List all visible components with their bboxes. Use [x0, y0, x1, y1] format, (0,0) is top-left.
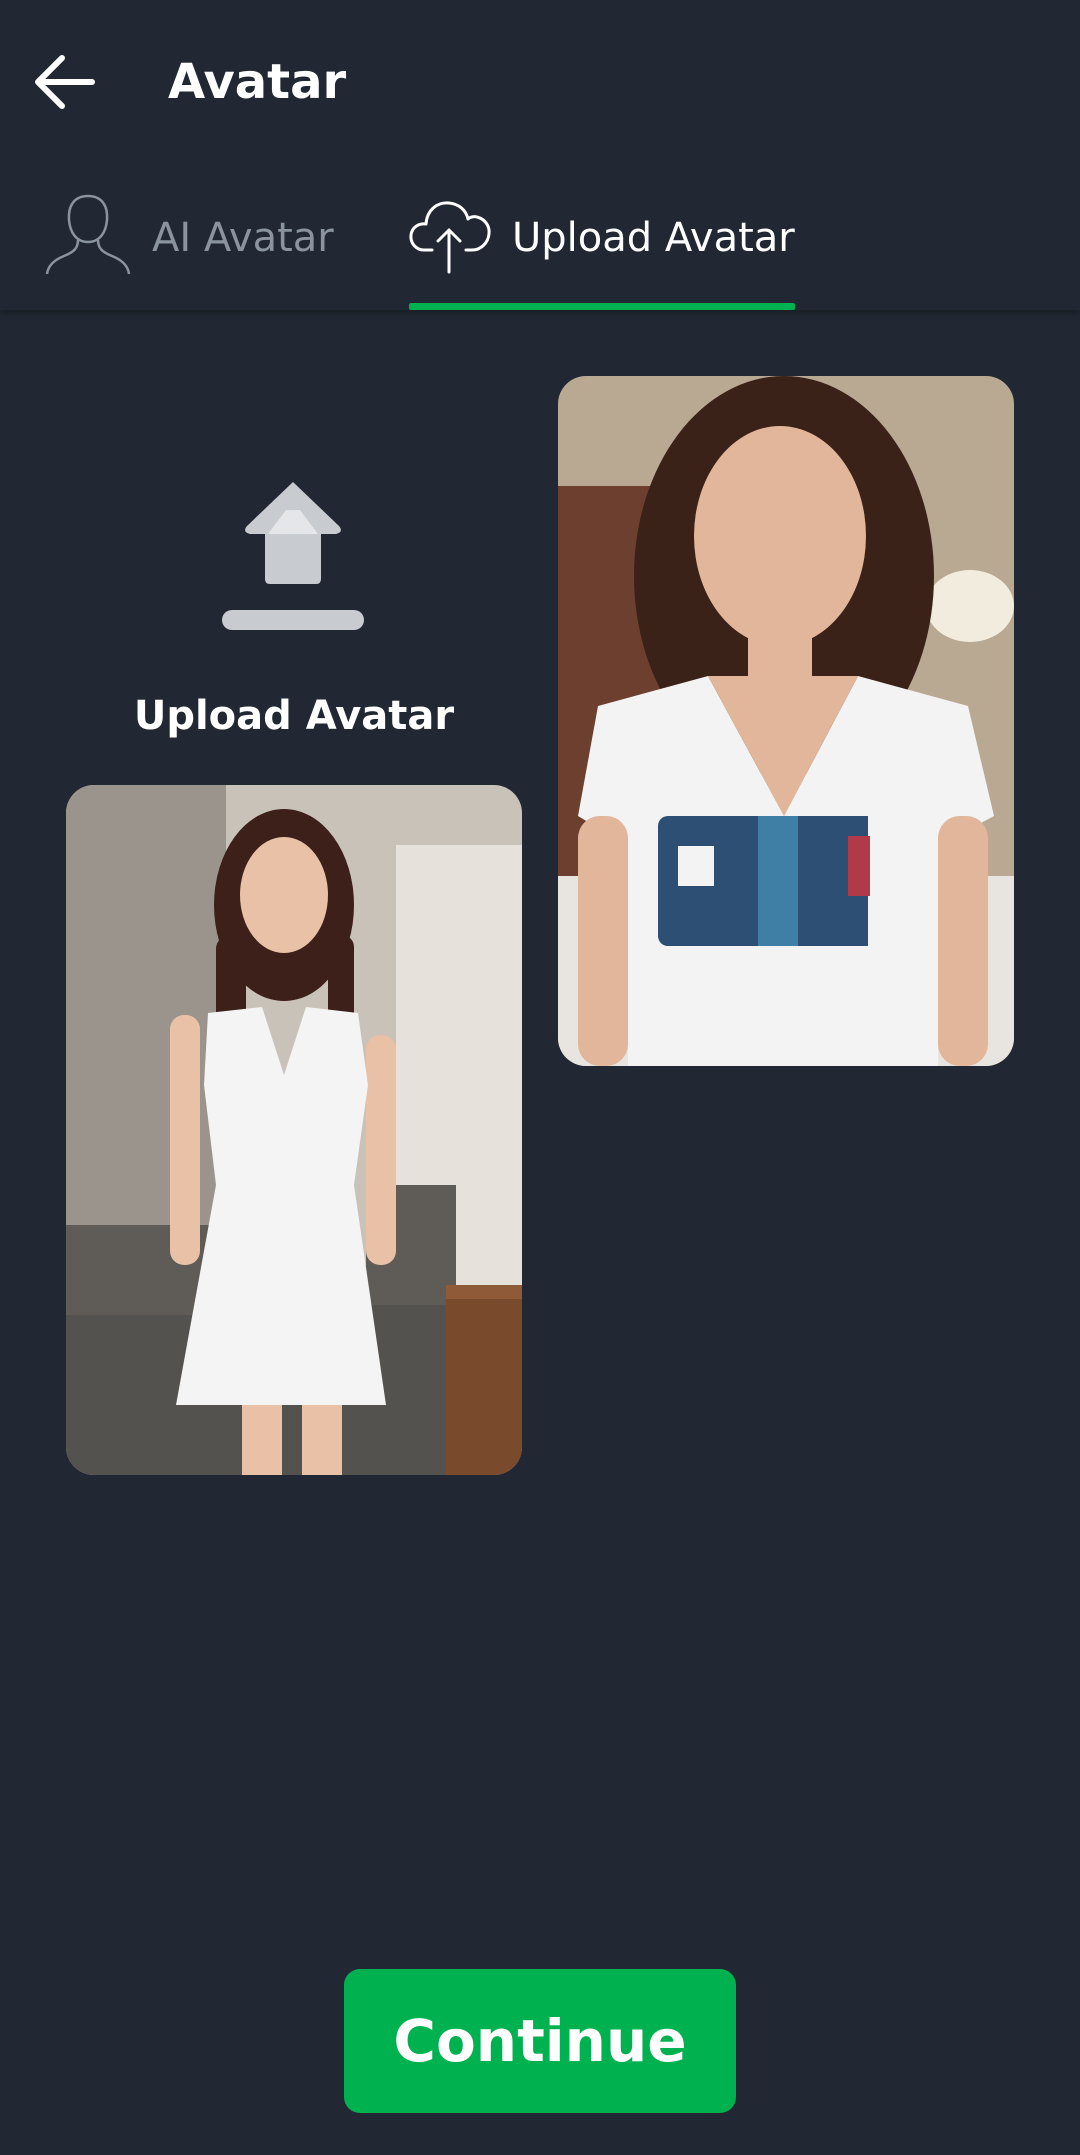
upload-avatar-label: Upload Avatar	[133, 693, 455, 739]
tab-upload-avatar[interactable]: Upload Avatar	[408, 190, 796, 310]
active-tab-indicator	[409, 303, 795, 310]
app-header: Avatar AI Avatar Upload Avatar	[0, 0, 1080, 310]
person-outline-icon	[44, 190, 132, 282]
tab-ai-avatar[interactable]: AI Avatar	[44, 190, 354, 310]
avatar-photo-tshirt[interactable]	[558, 376, 1014, 1066]
tab-upload-avatar-label: Upload Avatar	[512, 215, 795, 261]
avatar-photo-dress[interactable]	[66, 785, 522, 1475]
avatar-photo-white-tshirt	[558, 376, 1014, 1066]
cloud-upload-icon	[408, 190, 492, 278]
continue-button[interactable]: Continue	[344, 1969, 736, 2113]
arrow-left-icon	[35, 55, 95, 109]
upload-arrow-icon	[220, 478, 366, 634]
upload-avatar-button[interactable]: Upload Avatar	[66, 450, 522, 770]
page-title: Avatar	[168, 54, 347, 110]
tab-ai-avatar-label: AI Avatar	[152, 215, 334, 261]
avatar-photo-white-dress	[66, 785, 522, 1475]
back-button[interactable]	[28, 50, 100, 114]
